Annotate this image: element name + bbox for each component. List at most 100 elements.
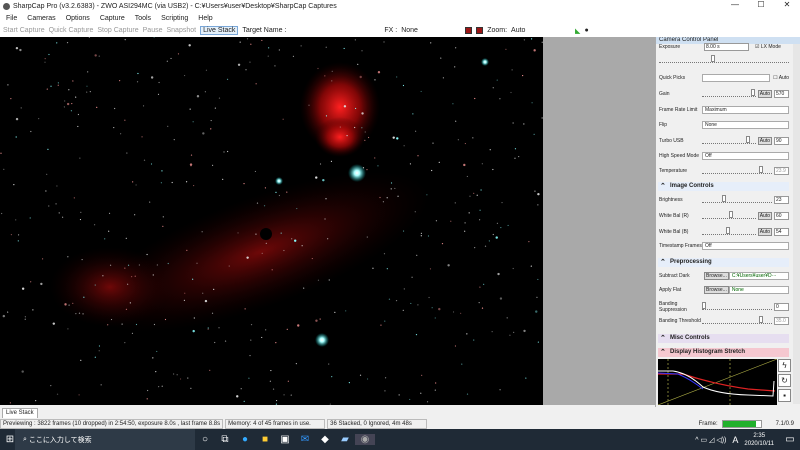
- menu-capture[interactable]: Capture: [100, 15, 125, 22]
- quick-picks-select[interactable]: [702, 74, 771, 82]
- lx-mode-checkbox[interactable]: ☑ LX Mode: [755, 44, 781, 50]
- star: [440, 57, 442, 59]
- gain-auto-button[interactable]: Auto: [757, 90, 772, 98]
- ime-indicator[interactable]: A: [732, 435, 738, 445]
- exposure-slider[interactable]: [659, 55, 789, 63]
- star: [75, 96, 77, 98]
- stop-capture-button[interactable]: Stop Capture: [97, 27, 138, 34]
- zoom-select[interactable]: Auto: [511, 27, 571, 34]
- high-speed-select[interactable]: Off: [702, 152, 789, 160]
- edge-icon[interactable]: ●: [235, 434, 255, 445]
- banding-suppression-input[interactable]: 0: [774, 303, 789, 311]
- star: [431, 169, 433, 172]
- wb-red-auto-button[interactable]: Auto: [757, 212, 772, 220]
- quick-picks-auto-checkbox[interactable]: ☐ Auto: [773, 75, 789, 81]
- menu-cameras[interactable]: Cameras: [27, 15, 55, 22]
- star: [354, 39, 356, 41]
- histogram-reset-icon[interactable]: ↻: [778, 374, 791, 387]
- wb-blue-auto-button[interactable]: Auto: [757, 228, 772, 236]
- turbo-usb-auto-button[interactable]: Auto: [757, 137, 772, 145]
- pause-button[interactable]: Pause: [143, 27, 163, 34]
- gain-input[interactable]: 570: [774, 90, 789, 98]
- panel-scrollbar[interactable]: [793, 44, 800, 404]
- star: [319, 318, 321, 320]
- apply-flat-select[interactable]: None: [728, 286, 789, 294]
- notes-icon[interactable]: ▰: [335, 434, 355, 445]
- cortana-icon[interactable]: ○: [195, 434, 215, 445]
- star: [414, 211, 416, 213]
- brightness-slider[interactable]: [702, 195, 772, 203]
- color-picker-1-icon[interactable]: [465, 27, 473, 34]
- image-viewer[interactable]: [0, 37, 543, 405]
- star: [161, 385, 163, 387]
- histogram-auto-stretch-icon[interactable]: ϟ: [778, 359, 791, 372]
- menu-file[interactable]: File: [6, 15, 17, 22]
- app-icon[interactable]: ◆: [315, 434, 335, 445]
- star: [283, 394, 285, 396]
- notifications-icon[interactable]: ▭: [780, 434, 800, 445]
- star: [488, 240, 490, 242]
- wb-blue-input[interactable]: 54: [774, 228, 789, 236]
- minimize-button[interactable]: —: [722, 0, 748, 9]
- exposure-input[interactable]: 8.00 s: [704, 43, 749, 51]
- banding-suppression-slider[interactable]: [702, 302, 772, 310]
- mail-icon[interactable]: ✉: [295, 434, 315, 445]
- wb-red-slider[interactable]: [702, 211, 756, 219]
- gain-slider[interactable]: [702, 89, 756, 97]
- image-controls-header[interactable]: Image Controls: [658, 182, 789, 191]
- apply-flat-browse-button[interactable]: Browse...: [704, 286, 729, 294]
- frame-rate-select[interactable]: Maximum: [702, 106, 789, 114]
- star: [417, 155, 419, 157]
- flip-select[interactable]: None: [702, 121, 789, 129]
- preprocessing-header[interactable]: Preprocessing: [658, 258, 789, 267]
- misc-controls-header[interactable]: Misc Controls: [658, 334, 789, 343]
- star: [427, 235, 430, 237]
- wb-blue-slider[interactable]: [702, 227, 756, 235]
- quick-capture-button[interactable]: Quick Capture: [49, 27, 94, 34]
- star: [460, 312, 462, 314]
- star: [325, 198, 327, 200]
- clock[interactable]: 2:35 2020/10/11: [744, 432, 774, 448]
- lx-mode-label: LX Mode: [760, 44, 781, 50]
- close-button[interactable]: ✕: [774, 0, 800, 9]
- file-explorer-icon[interactable]: ■: [255, 434, 275, 445]
- fx-select[interactable]: None: [401, 27, 461, 34]
- windows-start-icon[interactable]: ⊞: [0, 434, 20, 445]
- star: [149, 201, 151, 203]
- brightness-input[interactable]: 23: [774, 196, 789, 204]
- sharpcap-taskbar-icon[interactable]: ◉: [355, 434, 375, 445]
- star: [188, 44, 191, 47]
- turbo-usb-slider[interactable]: [702, 136, 756, 144]
- subtract-dark-browse-button[interactable]: Browse...: [704, 272, 729, 280]
- live-stack-button[interactable]: Live Stack: [200, 26, 239, 35]
- color-picker-2-icon[interactable]: [476, 27, 484, 34]
- snapshot-button[interactable]: Snapshot: [167, 27, 197, 34]
- menu-tools[interactable]: Tools: [135, 15, 151, 22]
- star: [317, 279, 320, 281]
- task-view-icon[interactable]: ⧉: [215, 434, 235, 445]
- store-icon[interactable]: ▣: [275, 434, 295, 445]
- menu-scripting[interactable]: Scripting: [161, 15, 188, 22]
- histogram-icon[interactable]: ◣: [575, 27, 580, 35]
- menu-help[interactable]: Help: [198, 15, 212, 22]
- zoom-tool-icon[interactable]: ●: [584, 27, 588, 34]
- star: [56, 42, 58, 44]
- wb-red-input[interactable]: 60: [774, 212, 789, 220]
- subtract-dark-select[interactable]: C:¥Users¥user¥D···: [728, 272, 789, 280]
- start-capture-button[interactable]: Start Capture: [3, 27, 45, 34]
- menu-options[interactable]: Options: [66, 15, 90, 22]
- timestamp-select[interactable]: Off: [702, 242, 789, 250]
- taskbar-search[interactable]: ⌕ ここに入力して検索: [15, 429, 195, 450]
- histogram-stretch-header[interactable]: Display Histogram Stretch: [658, 348, 789, 357]
- tray-icons[interactable]: ^ ▭ ◿ ◁)): [695, 436, 726, 444]
- star: [7, 311, 9, 313]
- star: [70, 110, 72, 112]
- histogram-chart[interactable]: [658, 359, 777, 405]
- maximize-button[interactable]: ☐: [748, 0, 774, 9]
- star: [17, 240, 19, 242]
- turbo-usb-input[interactable]: 90: [774, 137, 789, 145]
- star: [167, 262, 169, 265]
- star: [131, 276, 133, 278]
- star: [124, 342, 126, 344]
- histogram-save-icon[interactable]: ▪: [778, 389, 791, 402]
